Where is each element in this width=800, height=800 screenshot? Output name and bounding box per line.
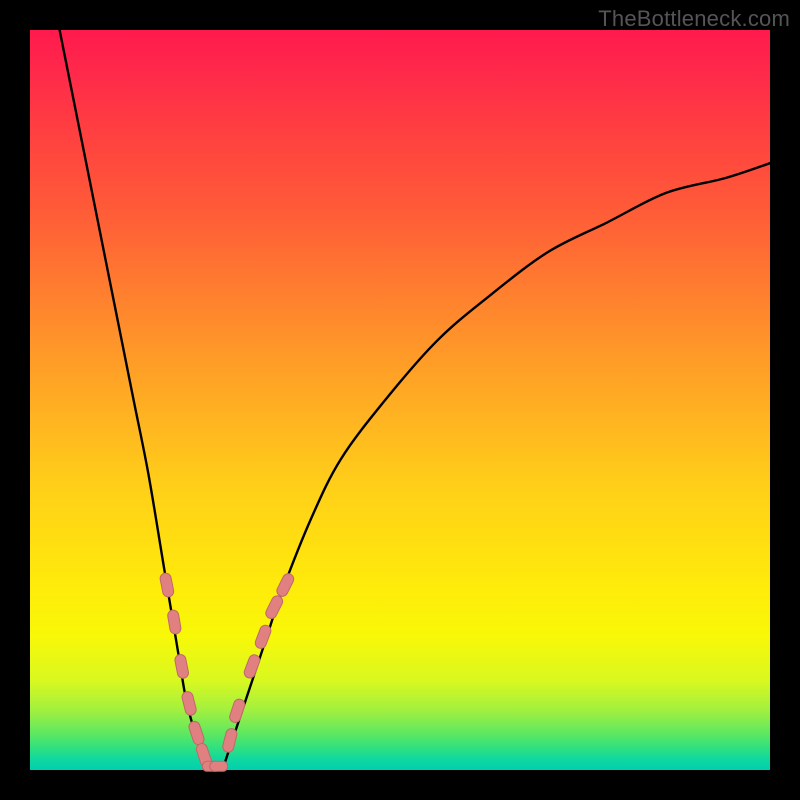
marker-capsule bbox=[159, 572, 174, 598]
marker-group bbox=[159, 572, 295, 771]
curve-layer bbox=[30, 30, 770, 770]
marker-capsule bbox=[254, 624, 273, 650]
marker-capsule bbox=[187, 720, 205, 746]
watermark-text: TheBottleneck.com bbox=[598, 6, 790, 32]
series-right-branch bbox=[222, 163, 770, 770]
marker-capsule bbox=[210, 761, 228, 771]
curve-group bbox=[60, 30, 770, 770]
marker-capsule bbox=[222, 727, 238, 753]
marker-capsule bbox=[243, 653, 262, 679]
marker-capsule bbox=[167, 609, 182, 634]
chart-frame: TheBottleneck.com bbox=[0, 0, 800, 800]
marker-capsule bbox=[264, 594, 285, 620]
plot-area bbox=[30, 30, 770, 770]
marker-capsule bbox=[228, 698, 246, 724]
marker-capsule bbox=[181, 690, 197, 716]
marker-capsule bbox=[275, 572, 296, 598]
marker-capsule bbox=[174, 654, 189, 680]
